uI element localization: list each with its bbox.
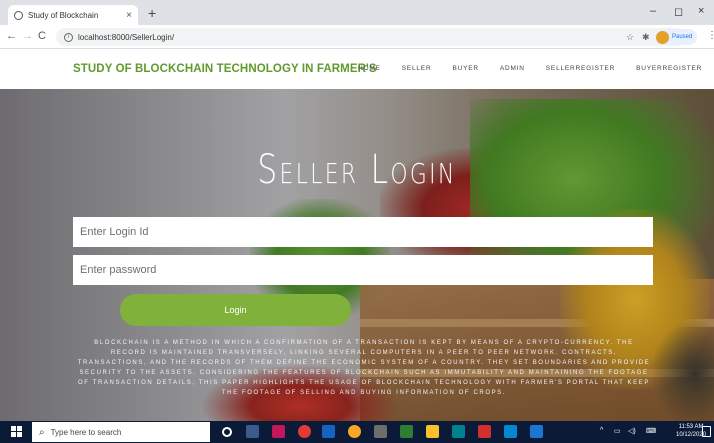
chrome-icon[interactable] — [348, 425, 361, 438]
vscode-icon[interactable] — [322, 425, 335, 438]
taskbar-search[interactable]: ⌕ Type here to search — [32, 422, 210, 442]
minimize-button[interactable]: – — [650, 5, 656, 17]
file-explorer-icon[interactable] — [426, 425, 439, 438]
nav-seller[interactable]: SELLER — [402, 65, 432, 72]
maximize-button[interactable]: ◻ — [674, 5, 683, 18]
back-icon[interactable]: ← — [6, 30, 17, 42]
extensions-icon[interactable]: ✱ — [642, 32, 650, 43]
new-tab-button[interactable]: + — [148, 6, 156, 20]
task-view-icon[interactable] — [246, 425, 259, 438]
site-nav: HOME SELLER BUYER ADMIN SELLERREGISTER B… — [358, 65, 714, 72]
app-icon-6[interactable] — [504, 425, 517, 438]
login-button[interactable]: Login — [120, 294, 351, 326]
app-icon-2[interactable] — [298, 425, 311, 438]
keyboard-icon[interactable]: ⌨ — [646, 427, 656, 435]
network-icon[interactable]: ▭ — [614, 427, 621, 435]
browser-menu-icon[interactable]: ⋮ — [707, 30, 714, 41]
notification-icon[interactable] — [702, 426, 711, 437]
avatar — [656, 30, 669, 44]
taskbar: ⌕ Type here to search ^ ▭ ◁) ⌨ 11:53 AM … — [0, 421, 714, 443]
pdf-icon[interactable] — [478, 425, 491, 438]
reload-icon[interactable]: C — [38, 30, 46, 42]
browser-tab-strip: Study of Blockchain × + – ◻ × — [0, 0, 714, 25]
login-id-input[interactable] — [73, 217, 653, 247]
site-header: STUDY OF BLOCKCHAIN TECHNOLOGY IN FARMER… — [0, 49, 714, 89]
app-icon-4[interactable] — [400, 425, 413, 438]
browser-toolbar: ← → C i localhost:8000/SellerLogin/ ☆ ✱ … — [0, 25, 714, 49]
nav-seller-register[interactable]: SELLERREGISTER — [546, 65, 615, 72]
favicon-icon — [14, 10, 23, 20]
profile-button[interactable]: Paused — [655, 29, 698, 45]
page-title: Seller Login — [257, 147, 457, 193]
url-text: localhost:8000/SellerLogin/ — [78, 32, 175, 42]
app-icon-1[interactable] — [272, 425, 285, 438]
forward-icon[interactable]: → — [22, 30, 33, 42]
app-icon-5[interactable] — [452, 425, 465, 438]
hero-section: Seller Login Login Blockchain is a metho… — [0, 89, 714, 421]
tab-close-icon[interactable]: × — [126, 10, 132, 21]
windows-start-icon[interactable] — [11, 426, 22, 437]
search-placeholder: Type here to search — [50, 427, 122, 437]
close-window-button[interactable]: × — [698, 5, 704, 17]
tab-title: Study of Blockchain — [28, 10, 99, 20]
word-icon[interactable] — [530, 425, 543, 438]
description-text: Blockchain is a method in which a confir… — [77, 340, 651, 396]
nav-admin[interactable]: ADMIN — [500, 65, 525, 72]
app-icon-3[interactable] — [374, 425, 387, 438]
nav-home[interactable]: HOME — [358, 65, 381, 72]
password-input[interactable] — [73, 255, 653, 285]
volume-icon[interactable]: ◁) — [628, 427, 636, 435]
site-info-icon[interactable]: i — [64, 32, 73, 42]
profile-status: Paused — [672, 34, 693, 40]
address-bar[interactable]: i localhost:8000/SellerLogin/ — [56, 28, 686, 46]
tray-chevron-icon[interactable]: ^ — [600, 427, 603, 434]
site-brand[interactable]: STUDY OF BLOCKCHAIN TECHNOLOGY IN FARMER… — [73, 63, 377, 75]
search-icon: ⌕ — [39, 426, 45, 438]
bookmark-star-icon[interactable]: ☆ — [626, 32, 634, 43]
browser-tab[interactable]: Study of Blockchain × — [8, 5, 138, 25]
cortana-icon[interactable] — [222, 427, 232, 437]
nav-buyer[interactable]: BUYER — [452, 65, 478, 72]
nav-buyer-register[interactable]: BUYERREGISTER — [636, 65, 702, 72]
